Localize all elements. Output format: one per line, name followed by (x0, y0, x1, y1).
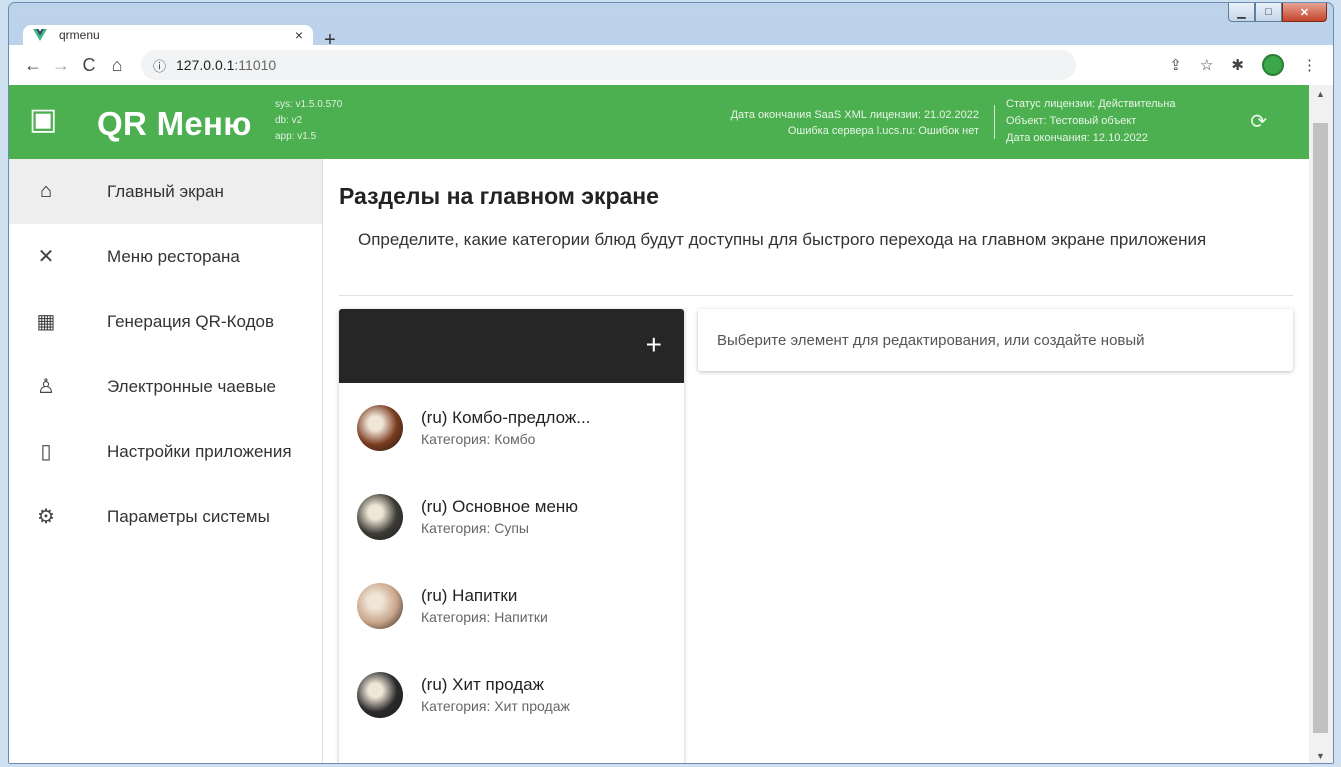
sidebar: ⌂ Главный экран ✕ Меню ресторана ▦ Генер… (9, 159, 323, 763)
version-info: sys: v1.5.0.570 db: v2 app: v1.5 (275, 97, 342, 145)
list-item-text: (ru) Напитки Категория: Напитки (421, 586, 548, 625)
list-item-text: (ru) Комбо-предлож... Категория: Комбо (421, 408, 590, 447)
list-item-title: (ru) Хит продаж (421, 675, 544, 694)
saas-license-date: Дата окончания SaaS XML лицензии: 21.02.… (730, 109, 979, 121)
browser-menu-icon[interactable]: ⋮ (1302, 56, 1317, 74)
db-version: db: v2 (275, 115, 303, 126)
page-title: Разделы на главном экране (339, 183, 659, 209)
list-item[interactable]: (ru) Комбо-предлож... Категория: Комбо (339, 383, 684, 472)
license-object: Объект: Тестовый объект (1006, 115, 1137, 127)
tab-title: qrmenu (59, 28, 100, 42)
url-port: :11010 (234, 57, 277, 73)
sidebar-item-menu[interactable]: ✕ Меню ресторана (9, 224, 322, 289)
section-image (357, 671, 403, 718)
browser-tab[interactable]: qrmenu × (23, 25, 313, 45)
add-section-button[interactable]: + (646, 329, 662, 361)
list-item-text: (ru) Хит продаж Категория: Хит продаж (421, 675, 570, 714)
qr-code-icon: ▦ (36, 311, 56, 333)
list-item-title: (ru) Напитки (421, 586, 518, 605)
saas-license-info: Дата окончания SaaS XML лицензии: 21.02.… (731, 107, 979, 139)
vue-logo-icon (33, 29, 47, 41)
sidebar-item-label: Электронные чаевые (107, 376, 276, 396)
utensils-icon: ✕ (37, 246, 55, 268)
sidebar-item-label: Генерация QR-Кодов (107, 311, 274, 331)
license-status-info: Статус лицензии: Действительна Объект: Т… (1006, 96, 1175, 147)
list-item-subtitle: Категория: Напитки (421, 609, 548, 625)
section-image (357, 493, 403, 540)
toolbar-icons: ⇪ ☆ ✱ ⋮ (1169, 54, 1323, 76)
sidebar-item-label: Параметры системы (107, 506, 270, 526)
list-item-subtitle: Категория: Хит продаж (421, 698, 570, 714)
url-input[interactable]: ⓘ 127.0.0.1:11010 (141, 50, 1076, 80)
profile-avatar[interactable] (1262, 54, 1284, 76)
sidebar-item-app-settings[interactable]: ▯ Настройки приложения (9, 419, 322, 484)
forward-button[interactable]: → (47, 55, 75, 76)
sys-version: sys: v1.5.0.570 (275, 99, 343, 110)
server-error-status: Ошибка сервера l.ucs.ru: Ошибок нет (787, 125, 979, 137)
app-version: app: v1.5 (275, 131, 317, 142)
browser-window: ▁ □ ✕ qrmenu × + ← → C ⌂ ⓘ 127.0.0.1:110… (8, 2, 1334, 764)
reload-button[interactable]: C (75, 55, 103, 76)
list-item[interactable]: (ru) Основное меню Категория: Супы (339, 472, 684, 561)
list-item-subtitle: Категория: Комбо (421, 431, 536, 447)
list-item-text: (ru) Основное меню Категория: Супы (421, 497, 578, 536)
share-icon[interactable]: ⇪ (1169, 56, 1182, 74)
license-status: Статус лицензии: Действительна (1006, 98, 1176, 110)
app-root: ▣ QR Меню sys: v1.5.0.570 db: v2 app: v1… (9, 85, 1309, 763)
sidebar-item-tips[interactable]: ♙ Электронные чаевые (9, 354, 322, 419)
sections-list: + (ru) Комбо-предлож... Категория: Комбо… (339, 309, 684, 763)
list-item-subtitle: Категория: Супы (421, 520, 529, 536)
divider (339, 295, 1293, 296)
list-item-title: (ru) Комбо-предлож... (421, 408, 591, 427)
site-info-icon[interactable]: ⓘ (153, 56, 166, 75)
main-content: Разделы на главном экране Определите, ка… (323, 159, 1309, 763)
list-item[interactable]: (ru) Хит продаж Категория: Хит продаж (339, 650, 684, 739)
editor-panel: Выберите элемент для редактирования, или… (698, 309, 1293, 371)
list-item[interactable]: (ru) Напитки Категория: Напитки (339, 561, 684, 650)
sidebar-item-home[interactable]: ⌂ Главный экран (9, 159, 322, 224)
home-icon: ⌂ (39, 180, 53, 202)
tab-close-icon[interactable]: × (295, 27, 303, 43)
page-scrollbar[interactable]: ▲ ▼ (1309, 85, 1333, 763)
header-divider (994, 105, 995, 139)
sidebar-item-label: Настройки приложения (107, 441, 292, 461)
sidebar-item-label: Меню ресторана (107, 246, 240, 266)
sections-list-header: + (339, 309, 684, 383)
phone-settings-icon: ▯ (40, 441, 52, 463)
section-image (357, 582, 403, 629)
app-brand: QR Меню (97, 105, 252, 142)
sidebar-item-label: Главный экран (107, 181, 224, 201)
refresh-icon[interactable]: ⟳ (1250, 109, 1267, 134)
scrollbar-thumb[interactable] (1313, 123, 1328, 733)
app-header: ▣ QR Меню sys: v1.5.0.570 db: v2 app: v1… (9, 85, 1309, 159)
bookmark-star-icon[interactable]: ☆ (1200, 56, 1213, 74)
tab-bar: qrmenu × + (9, 3, 1333, 51)
list-item-title: (ru) Основное меню (421, 497, 579, 516)
section-image (357, 404, 403, 451)
sections-list-items: (ru) Комбо-предлож... Категория: Комбо (… (339, 383, 684, 739)
back-button[interactable]: ← (19, 55, 47, 76)
scroll-up-icon[interactable]: ▲ (1316, 89, 1325, 99)
qr-code-icon: ▣ (29, 103, 58, 136)
extensions-icon[interactable]: ✱ (1231, 56, 1244, 74)
sidebar-item-system-params[interactable]: ⚙ Параметры системы (9, 484, 322, 549)
url-host: 127.0.0.1 (176, 57, 235, 73)
page-description: Определите, какие категории блюд будут д… (358, 230, 1207, 249)
home-button[interactable]: ⌂ (103, 55, 131, 76)
scroll-down-icon[interactable]: ▼ (1316, 751, 1325, 761)
gear-icon: ⚙ (37, 506, 55, 528)
hand-tip-icon: ♙ (37, 376, 55, 398)
address-bar: ← → C ⌂ ⓘ 127.0.0.1:11010 ⇪ ☆ ✱ ⋮ (9, 45, 1333, 85)
license-expiry: Дата окончания: 12.10.2022 (1006, 132, 1148, 144)
sidebar-item-qr-generation[interactable]: ▦ Генерация QR-Кодов (9, 289, 322, 354)
editor-placeholder: Выберите элемент для редактирования, или… (717, 331, 1145, 349)
